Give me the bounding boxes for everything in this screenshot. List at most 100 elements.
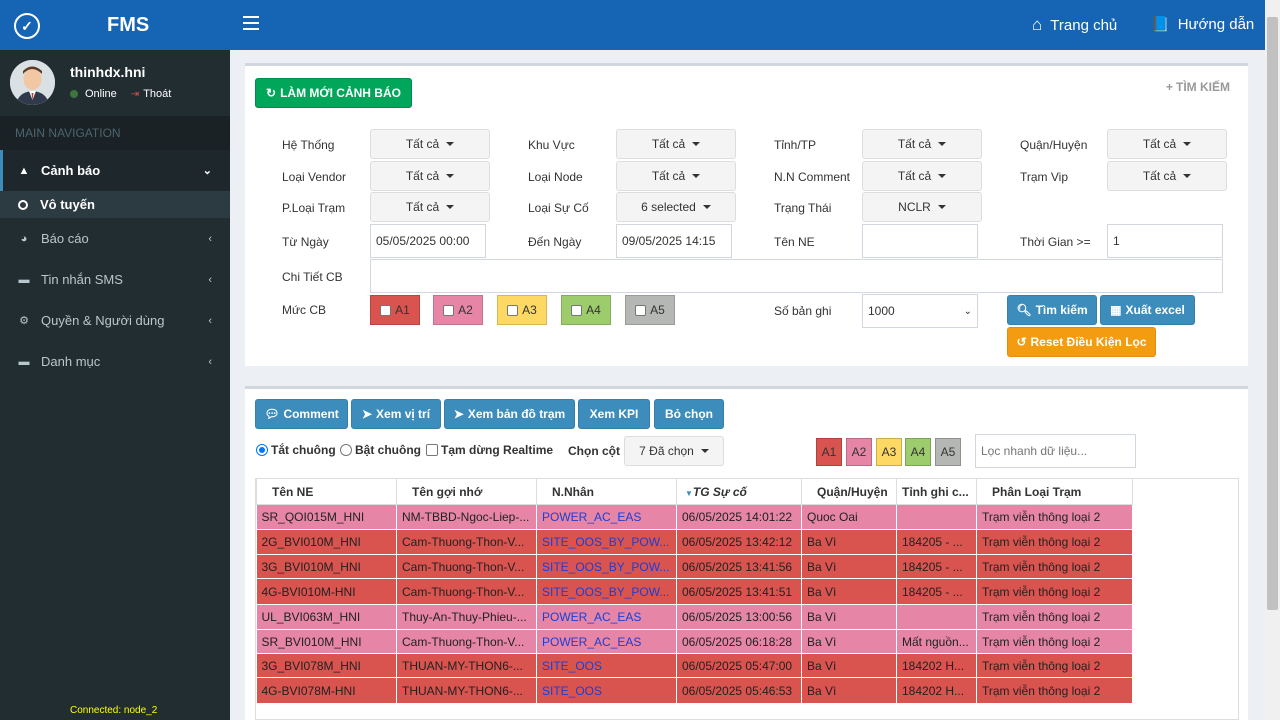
table-cell: SITE_OOS_BY_POW...: [536, 578, 677, 605]
tinh-tp-select[interactable]: Tất cả: [862, 129, 982, 159]
select-value: Tất cả: [405, 200, 440, 214]
he-thong-label: Hệ Thống: [282, 138, 335, 152]
level-a5-checkbox[interactable]: A5: [625, 295, 675, 325]
export-excel-button[interactable]: ▦ Xuất excel: [1100, 295, 1195, 325]
muc-cb-label: Mức CB: [282, 303, 327, 317]
table-row[interactable]: 3G_BVI010M_HNI Cam-Thuong-Thon-V... SITE_O…: [256, 554, 1133, 579]
loai-node-select[interactable]: Tất cả: [616, 161, 736, 191]
table-cell: 06/05/2025 14:01:22: [676, 504, 802, 530]
caret-down-icon: [1183, 174, 1192, 178]
caret-down-icon: [446, 174, 455, 178]
guide-link[interactable]: 📘 Hướng dẫn: [1151, 15, 1254, 34]
table-cell: Thuy-An-Thuy-Phieu-...: [396, 604, 537, 630]
quick-level-a4[interactable]: A4: [905, 438, 931, 466]
col-header-phan-loai-tram[interactable]: Phân Loại Trạm: [976, 478, 1133, 505]
scrollbar-thumb[interactable]: [1267, 17, 1278, 610]
loai-vendor-select[interactable]: Tất cả: [370, 161, 490, 191]
level-a2-checkbox[interactable]: A2: [433, 295, 483, 325]
checkbox-icon: [635, 304, 647, 316]
ten-ne-label: Tên NE: [774, 235, 815, 249]
table-cell: POWER_AC_EAS: [536, 629, 677, 654]
level-a4-checkbox[interactable]: A4: [561, 295, 611, 325]
quick-level-a5[interactable]: A5: [935, 438, 961, 466]
tam-dung-checkbox[interactable]: Tạm dừng Realtime: [426, 443, 553, 457]
home-link[interactable]: ⌂ Trang chủ: [1032, 15, 1117, 35]
tram-vip-select[interactable]: Tất cả: [1107, 161, 1227, 191]
thoi-gian-label: Thời Gian >=: [1020, 235, 1091, 249]
folder-icon: ▬: [18, 273, 30, 286]
den-ngay-input[interactable]: 09/05/2025 14:15: [616, 224, 732, 258]
thoi-gian-input[interactable]: 1: [1107, 224, 1223, 258]
nav-vo-tuyen[interactable]: Vô tuyến: [0, 191, 230, 218]
undo-icon: ↺: [1016, 335, 1027, 349]
col-header-ten-ne[interactable]: Tên NE: [256, 478, 397, 505]
table-cell: 184205 - ...: [896, 578, 977, 605]
col-header-quan-huyen[interactable]: Quận/Huyện: [801, 478, 897, 505]
col-header-nnhan[interactable]: N.Nhân: [536, 478, 677, 505]
table-row[interactable]: 4G-BVI010M-HNI Cam-Thuong-Thon-V... SITE_O…: [256, 578, 1133, 605]
table-cell: 06/05/2025 13:41:51: [676, 578, 802, 605]
search-toggle[interactable]: + TÌM KIẾM: [1166, 80, 1230, 94]
table-row[interactable]: 4G-BVI078M-HNI THUAN-MY-THON6-... SITE_OOS…: [256, 677, 1133, 704]
tu-ngay-input[interactable]: 05/05/2025 00:00: [370, 224, 486, 258]
app-logo[interactable]: ✓ FMS: [0, 0, 230, 50]
bo-chon-button[interactable]: Bỏ chọn: [654, 399, 724, 429]
table-row[interactable]: 2G_BVI010M_HNI Cam-Thuong-Thon-V... SITE_O…: [256, 529, 1133, 555]
trang-thai-select[interactable]: NCLR: [862, 192, 982, 222]
refresh-alerts-button[interactable]: ↻ LÀM MỚI CẢNH BÁO: [255, 78, 412, 108]
quan-huyen-select[interactable]: Tất cả: [1107, 129, 1227, 159]
ten-ne-input[interactable]: [862, 224, 978, 258]
he-thong-select[interactable]: Tất cả: [370, 129, 490, 159]
nav-bao-cao[interactable]: ◕ Báo cáo ‹: [0, 218, 230, 259]
table-row[interactable]: SR_BVI010M_HNI Cam-Thuong-Thon-V... POWER_…: [256, 629, 1133, 654]
nav-danh-muc[interactable]: ▬ Danh mục ‹: [0, 341, 230, 382]
loai-su-co-select[interactable]: 6 selected: [616, 192, 736, 222]
header-label: TG Sự cố: [692, 484, 747, 499]
table-header-row: Tên NE Tên gợi nhớ N.Nhân ▼TG Sự cố Quận…: [256, 478, 1133, 505]
level-a3-checkbox[interactable]: A3: [497, 295, 547, 325]
quick-level-a2[interactable]: A2: [846, 438, 872, 466]
quick-filter-input[interactable]: [975, 434, 1136, 468]
nav-canh-bao[interactable]: ▲ Cảnh báo ⌄: [0, 150, 230, 191]
quick-level-a3[interactable]: A3: [876, 438, 902, 466]
nn-comment-label: N.N Comment: [774, 170, 851, 184]
caret-down-icon: [702, 205, 711, 209]
logout-link[interactable]: Thoát: [143, 88, 171, 100]
chi-tiet-cb-label: Chi Tiết CB: [282, 270, 343, 284]
table-cell: THUAN-MY-THON6-...: [396, 653, 537, 678]
nn-comment-select[interactable]: Tất cả: [862, 161, 982, 191]
status-text: Online: [85, 88, 117, 100]
nav-tin-nhan-sms[interactable]: ▬ Tin nhắn SMS ‹: [0, 259, 230, 300]
col-header-tinh-ghi-chu[interactable]: Tỉnh ghi c...: [896, 478, 977, 505]
radio-checked-icon: [256, 444, 268, 456]
user-status: Online ⇥ Thoát: [70, 88, 171, 100]
khu-vuc-select[interactable]: Tất cả: [616, 129, 736, 159]
select-value: 6 selected: [641, 200, 696, 214]
tat-chuong-radio[interactable]: Tắt chuông: [256, 443, 336, 457]
radio-icon: [340, 444, 352, 456]
ploai-tram-select[interactable]: Tất cả: [370, 192, 490, 222]
search-button[interactable]: 🔍︎ Tìm kiếm: [1007, 295, 1097, 325]
select-value: NCLR: [898, 200, 931, 214]
table-row[interactable]: UL_BVI063M_HNI Thuy-An-Thuy-Phieu-... POWE…: [256, 604, 1133, 630]
quick-level-a1[interactable]: A1: [816, 438, 842, 466]
page-scrollbar[interactable]: [1265, 0, 1280, 720]
level-a1-checkbox[interactable]: A1: [370, 295, 420, 325]
bat-chuong-radio[interactable]: Bật chuông: [340, 443, 421, 457]
comment-button[interactable]: 💬︎ Comment: [255, 399, 348, 429]
xem-kpi-button[interactable]: Xem KPI: [578, 399, 650, 429]
chi-tiet-cb-input[interactable]: [370, 259, 1223, 293]
table-cell: SITE_OOS: [536, 677, 677, 704]
reset-filter-button[interactable]: ↺ Reset Điều Kiện Lọc: [1007, 327, 1156, 357]
chon-cot-select[interactable]: 7 Đã chọn: [624, 436, 724, 466]
so-ban-ghi-select[interactable]: 1000 ⌄: [862, 294, 978, 328]
nav-quyen-nguoi-dung[interactable]: ⚙ Quyền & Người dùng ‹: [0, 300, 230, 341]
col-header-ten-goi-nho[interactable]: Tên gợi nhớ: [396, 478, 537, 505]
menu-toggle-icon[interactable]: [243, 16, 259, 30]
xem-vi-tri-button[interactable]: ➤ Xem vị trí: [351, 399, 441, 429]
table-row[interactable]: SR_QOI015M_HNI NM-TBBD-Ngoc-Liep-... POWER…: [256, 504, 1133, 530]
col-header-tg-su-co[interactable]: ▼TG Sự cố: [676, 478, 802, 505]
xem-ban-do-button[interactable]: ➤ Xem bản đồ trạm: [444, 399, 575, 429]
table-cell: 06/05/2025 06:18:28: [676, 629, 802, 654]
table-row[interactable]: 3G_BVI078M_HNI THUAN-MY-THON6-... SITE_OOS…: [256, 653, 1133, 678]
